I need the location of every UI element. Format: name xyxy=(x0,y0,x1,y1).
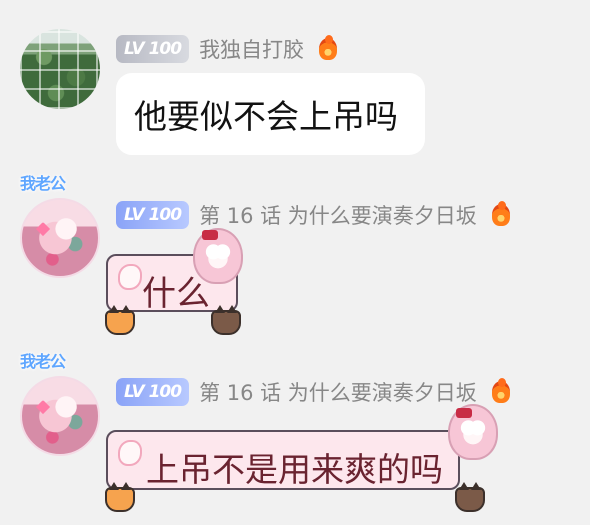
cat-sticker xyxy=(211,305,241,335)
avatar[interactable] xyxy=(20,29,100,109)
ribbon-decoration xyxy=(202,230,218,240)
avatar-frame-label: 我老公 xyxy=(20,174,66,193)
cat-sticker xyxy=(105,305,135,335)
message-text: 上吊不是用来爽的吗 xyxy=(146,450,443,489)
message-header: LV 100 第 16 话 为什么要演奏夕日坂 xyxy=(116,201,514,229)
message-bubble[interactable]: 他要似不会上吊吗 xyxy=(116,73,425,155)
anime-girl-sticker xyxy=(193,228,243,284)
level-badge: LV 100 xyxy=(116,378,190,406)
bow-decoration xyxy=(118,440,142,466)
fire-icon xyxy=(488,201,514,229)
username[interactable]: 我独自打胶 xyxy=(199,34,304,64)
bow-decoration xyxy=(118,264,142,290)
level-badge: LV 100 xyxy=(116,35,190,63)
cat-sticker xyxy=(455,482,485,512)
username[interactable]: 第 16 话 为什么要演奏夕日坂 xyxy=(199,200,477,230)
avatar[interactable] xyxy=(20,198,100,278)
message-header: LV 100 第 16 话 为什么要演奏夕日坂 xyxy=(116,378,514,406)
ribbon-decoration xyxy=(456,408,472,418)
message-header: LV 100 我独自打胶 xyxy=(116,35,341,63)
avatar[interactable] xyxy=(20,376,100,456)
level-badge: LV 100 xyxy=(116,201,190,229)
message-bubble[interactable]: 上吊不是用来爽的吗 xyxy=(106,430,460,490)
avatar-frame-label: 我老公 xyxy=(20,352,66,371)
fire-icon xyxy=(315,35,341,63)
chat-thread: LV 100 我独自打胶 他要似不会上吊吗 我老公 LV 100 第 16 话 … xyxy=(0,0,590,525)
cat-sticker xyxy=(105,482,135,512)
fire-icon xyxy=(488,378,514,406)
username[interactable]: 第 16 话 为什么要演奏夕日坂 xyxy=(199,377,477,407)
message-text: 他要似不会上吊吗 xyxy=(134,97,398,136)
